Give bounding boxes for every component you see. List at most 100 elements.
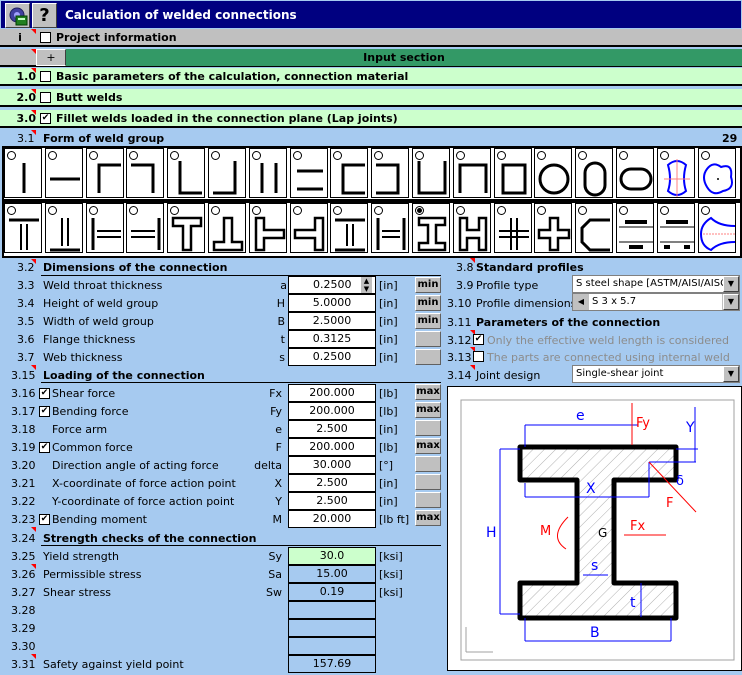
load-input[interactable]: 200.000 bbox=[288, 384, 376, 402]
load-input[interactable]: 200.000 bbox=[288, 402, 376, 420]
weld-shape-option[interactable] bbox=[412, 203, 450, 253]
weld-shape-option[interactable] bbox=[371, 148, 410, 198]
shape-radio[interactable] bbox=[7, 206, 16, 215]
shape-radio[interactable] bbox=[88, 151, 98, 160]
shape-radio[interactable] bbox=[292, 151, 302, 160]
profile-dims-dropdown[interactable]: ◀ S 3 x 5.7 ▼ bbox=[572, 293, 740, 311]
weld-shape-option[interactable] bbox=[616, 203, 654, 253]
weld-shape-option[interactable] bbox=[4, 148, 42, 198]
load-checkbox[interactable] bbox=[39, 514, 50, 525]
effective-length-checkbox[interactable] bbox=[473, 334, 484, 345]
weld-shape-option[interactable] bbox=[616, 148, 654, 198]
weld-shape-option[interactable] bbox=[452, 148, 491, 198]
row-fillet-welds[interactable]: 3.0 Fillet welds loaded in the connectio… bbox=[0, 110, 742, 128]
max-button[interactable]: max bbox=[415, 384, 441, 400]
chevron-down-icon[interactable]: ▼ bbox=[723, 294, 739, 310]
yield-strength-input[interactable]: 30.0 bbox=[288, 547, 376, 565]
shape-radio[interactable] bbox=[211, 206, 220, 215]
weld-shape-option[interactable] bbox=[330, 203, 369, 253]
weld-shape-option[interactable] bbox=[697, 203, 736, 253]
arrow-left-icon[interactable]: ◀ bbox=[574, 295, 588, 309]
shape-radio[interactable] bbox=[211, 151, 220, 160]
weld-shape-option[interactable] bbox=[452, 203, 491, 253]
load-input[interactable]: 30.000 bbox=[288, 456, 376, 474]
empty-button[interactable] bbox=[415, 331, 441, 347]
app-settings-button[interactable] bbox=[5, 3, 30, 28]
shape-radio[interactable] bbox=[700, 206, 710, 215]
weld-shape-option[interactable] bbox=[330, 148, 369, 198]
weld-shape-option[interactable] bbox=[44, 148, 83, 198]
shape-radio[interactable] bbox=[88, 206, 98, 215]
shape-radio[interactable] bbox=[47, 151, 57, 160]
weld-shape-option[interactable] bbox=[575, 148, 614, 198]
weld-shape-option[interactable] bbox=[85, 203, 124, 253]
weld-shape-option[interactable] bbox=[167, 203, 206, 253]
load-input[interactable]: 20.000 bbox=[288, 510, 376, 528]
basic-parameters-checkbox[interactable] bbox=[40, 70, 51, 82]
load-checkbox[interactable] bbox=[39, 388, 50, 399]
weld-shape-option[interactable] bbox=[493, 203, 532, 253]
weld-shape-option[interactable] bbox=[289, 148, 328, 198]
shape-radio[interactable] bbox=[455, 151, 465, 160]
butt-welds-checkbox[interactable] bbox=[40, 91, 51, 103]
weld-shape-option[interactable] bbox=[208, 203, 246, 253]
weld-shape-option[interactable] bbox=[289, 203, 328, 253]
empty-button[interactable] bbox=[415, 492, 441, 508]
fillet-welds-checkbox[interactable] bbox=[40, 112, 51, 124]
shape-radio[interactable] bbox=[292, 206, 302, 215]
weld-shape-option[interactable] bbox=[697, 148, 736, 198]
weld-shape-option[interactable] bbox=[44, 203, 83, 253]
expand-button[interactable]: + bbox=[36, 49, 66, 66]
project-info-checkbox[interactable] bbox=[40, 31, 51, 43]
max-button[interactable]: max bbox=[415, 402, 441, 418]
shape-radio[interactable] bbox=[700, 151, 710, 160]
shape-radio[interactable] bbox=[415, 151, 424, 160]
joint-design-dropdown[interactable]: Single-shear joint ▼ bbox=[572, 365, 740, 383]
load-input[interactable]: 2.500 bbox=[288, 420, 376, 438]
weld-shape-option[interactable] bbox=[167, 148, 206, 198]
help-button[interactable]: ? bbox=[32, 3, 57, 28]
row-basic-parameters[interactable]: 1.0 Basic parameters of the calculation,… bbox=[0, 68, 742, 86]
weld-shape-option[interactable] bbox=[493, 148, 532, 198]
chevron-down-icon[interactable]: ▼ bbox=[723, 276, 739, 292]
weld-shape-option[interactable] bbox=[126, 203, 165, 253]
load-input[interactable]: 2.500 bbox=[288, 474, 376, 492]
load-input[interactable]: 2.500 bbox=[288, 492, 376, 510]
weld-shape-option[interactable] bbox=[85, 148, 124, 198]
shape-radio[interactable] bbox=[619, 151, 628, 160]
weld-shape-option[interactable] bbox=[248, 148, 287, 198]
shape-radio[interactable] bbox=[47, 206, 57, 215]
shape-radio[interactable] bbox=[619, 206, 628, 215]
dimension-input[interactable]: 0.3125 bbox=[288, 330, 376, 348]
weld-shape-option[interactable] bbox=[534, 203, 573, 253]
weld-shape-option[interactable] bbox=[575, 203, 614, 253]
chevron-down-icon[interactable]: ▼ bbox=[723, 366, 739, 382]
dimension-input[interactable]: 2.5000 bbox=[288, 312, 376, 330]
shape-radio[interactable] bbox=[7, 151, 16, 160]
row-butt-welds[interactable]: 2.0 Butt welds bbox=[0, 89, 742, 107]
dimension-input[interactable]: 0.2500 bbox=[288, 348, 376, 366]
weld-shape-option[interactable] bbox=[534, 148, 573, 198]
weld-shape-option[interactable] bbox=[248, 203, 287, 253]
spinner[interactable]: ▲ ▼ bbox=[361, 277, 372, 293]
weld-shape-option[interactable] bbox=[656, 148, 695, 198]
weld-shape-option[interactable] bbox=[656, 203, 695, 253]
shape-radio[interactable] bbox=[659, 151, 669, 160]
shape-radio[interactable] bbox=[659, 206, 669, 215]
weld-shape-option[interactable] bbox=[4, 203, 42, 253]
shape-radio[interactable] bbox=[455, 206, 465, 215]
load-input[interactable]: 200.000 bbox=[288, 438, 376, 456]
shape-radio[interactable] bbox=[251, 151, 261, 160]
empty-button[interactable] bbox=[415, 474, 441, 490]
min-button[interactable]: min bbox=[415, 277, 441, 293]
empty-button[interactable] bbox=[415, 456, 441, 472]
profile-type-dropdown[interactable]: S steel shape [ASTM/AISI/AISC] ▼ bbox=[572, 275, 740, 293]
weld-shape-option[interactable] bbox=[371, 203, 410, 253]
empty-button[interactable] bbox=[415, 420, 441, 436]
row-project-information[interactable]: i Project information bbox=[0, 29, 742, 47]
load-checkbox[interactable] bbox=[39, 442, 50, 453]
shape-radio[interactable] bbox=[496, 151, 506, 160]
max-button[interactable]: max bbox=[415, 510, 441, 526]
shape-radio[interactable] bbox=[251, 206, 261, 215]
empty-button[interactable] bbox=[415, 349, 441, 365]
